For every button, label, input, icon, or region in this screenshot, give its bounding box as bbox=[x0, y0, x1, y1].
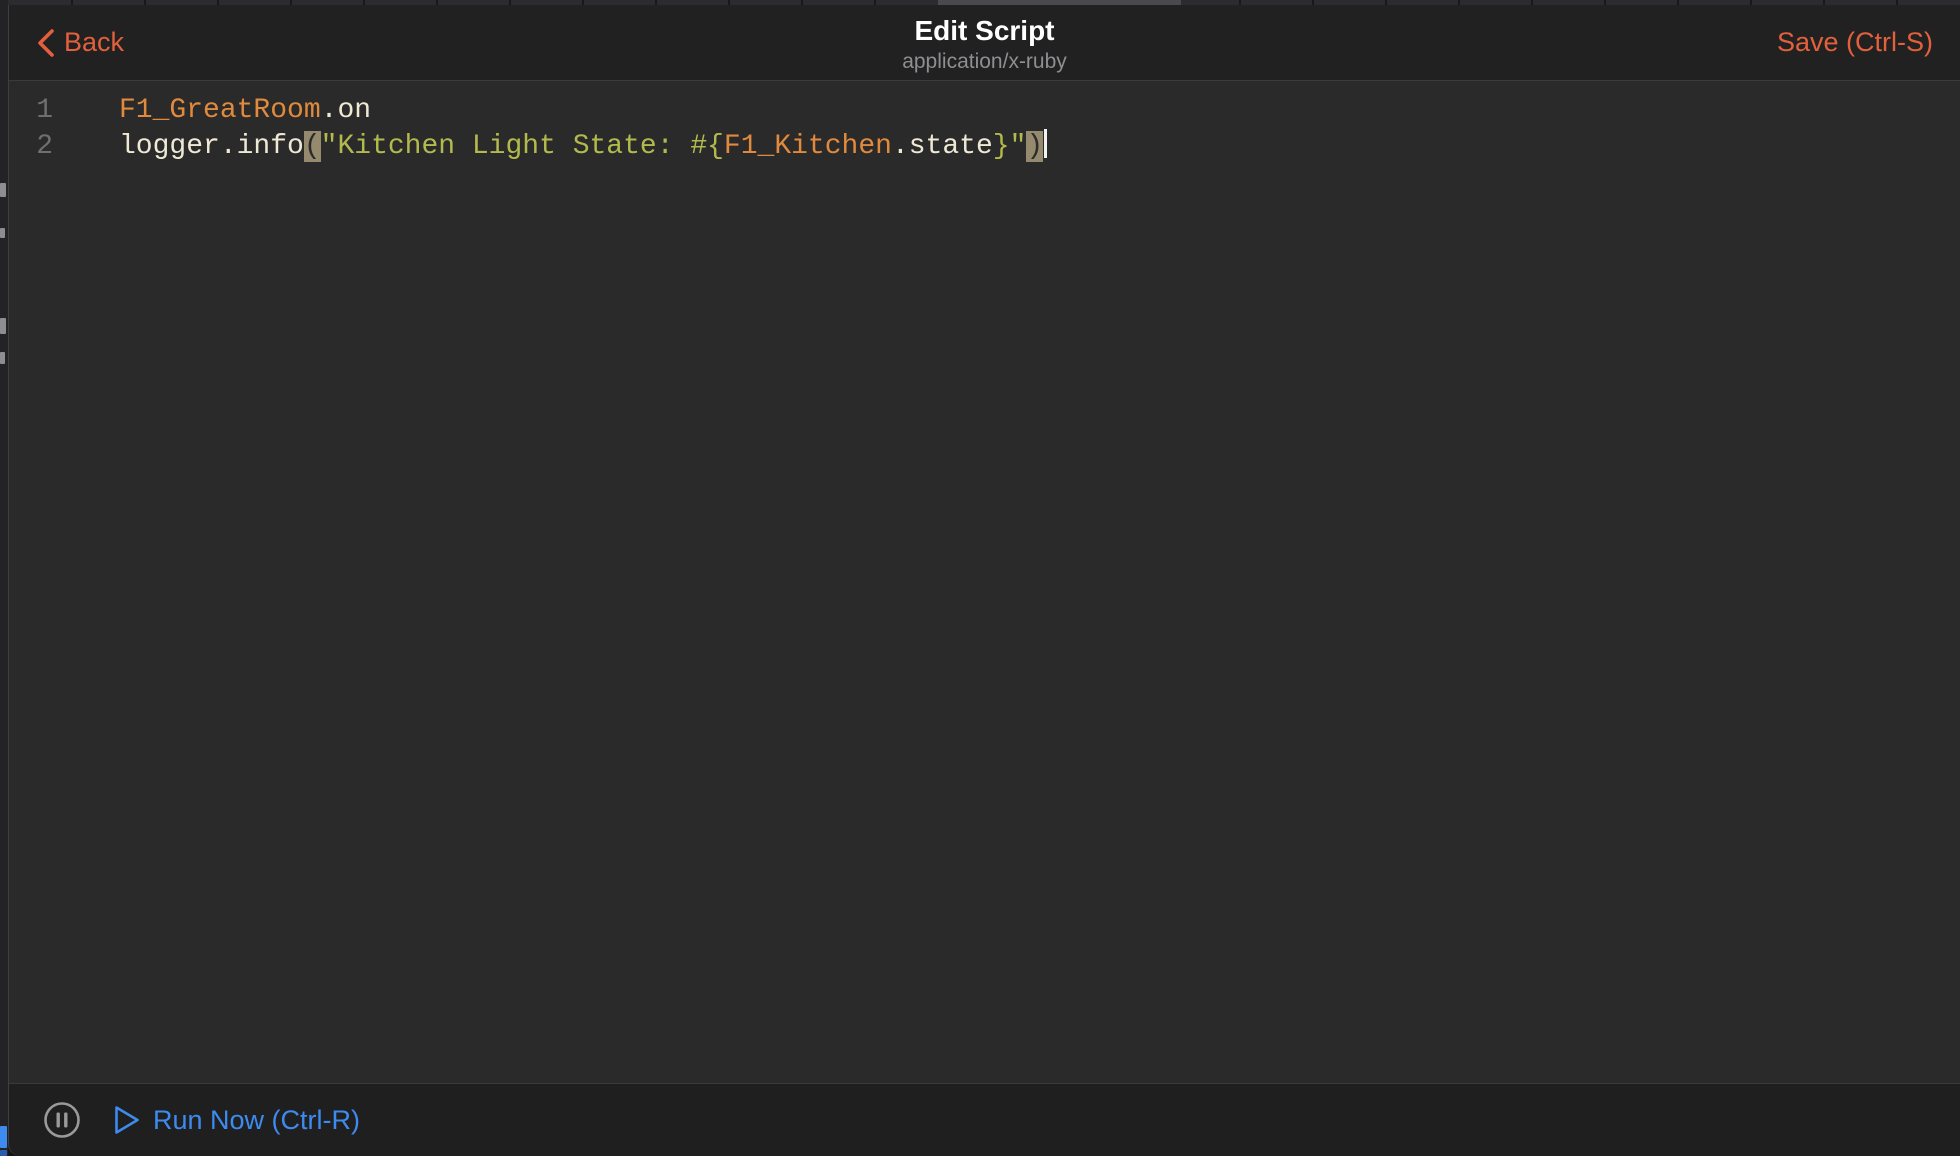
sheet-bottombar: Run Now (Ctrl-R) bbox=[9, 1083, 1960, 1156]
script-mime-type: application/x-ruby bbox=[902, 49, 1067, 74]
code-token-atom: F1_Kitchen bbox=[724, 131, 892, 162]
pause-circle-icon bbox=[43, 1126, 81, 1143]
sheet-title-area: Edit Script application/x-ruby bbox=[9, 5, 1960, 82]
underlying-text-fragment bbox=[0, 352, 5, 364]
line-content: F1_GreatRoom.on bbox=[53, 93, 371, 129]
underlying-text-fragment bbox=[0, 183, 6, 197]
underlying-link-fragment bbox=[0, 1126, 7, 1148]
line-number: 2 bbox=[9, 129, 53, 165]
run-now-button[interactable]: Run Now (Ctrl-R) bbox=[113, 1104, 360, 1136]
edit-script-sheet: Back Edit Script application/x-ruby Save… bbox=[8, 5, 1960, 1156]
save-button-label: Save (Ctrl-S) bbox=[1777, 27, 1933, 58]
line-number: 1 bbox=[9, 93, 53, 129]
back-button[interactable]: Back bbox=[35, 5, 124, 80]
code-token-bracket: ( bbox=[304, 131, 321, 162]
run-now-label: Run Now (Ctrl-R) bbox=[153, 1105, 360, 1136]
code-token-plain: .state bbox=[892, 131, 993, 162]
page-title: Edit Script bbox=[914, 15, 1054, 47]
pause-button[interactable] bbox=[43, 1101, 81, 1139]
code-editor[interactable]: 1F1_GreatRoom.on2logger.info("Kitchen Li… bbox=[9, 81, 1960, 1083]
underlying-text-fragment bbox=[0, 318, 6, 334]
code-token-plain: logger.info bbox=[119, 131, 304, 162]
underlying-link-fragment bbox=[0, 1150, 7, 1156]
code-token-plain: .on bbox=[321, 95, 371, 126]
code-line[interactable]: 2logger.info("Kitchen Light State: #{F1_… bbox=[9, 129, 1960, 165]
code-line[interactable]: 1F1_GreatRoom.on bbox=[9, 93, 1960, 129]
underlying-page-left-strip bbox=[0, 0, 8, 1156]
text-cursor bbox=[1044, 129, 1047, 158]
code-token-atom: F1_GreatRoom bbox=[119, 95, 321, 126]
back-button-label: Back bbox=[64, 27, 124, 58]
save-button[interactable]: Save (Ctrl-S) bbox=[1777, 5, 1933, 80]
line-content: logger.info("Kitchen Light State: #{F1_K… bbox=[53, 129, 1047, 165]
code-token-string: }" bbox=[993, 131, 1027, 162]
sheet-topbar: Back Edit Script application/x-ruby Save… bbox=[9, 5, 1960, 81]
underlying-text-fragment bbox=[0, 228, 5, 238]
chevron-left-icon bbox=[35, 27, 56, 59]
code-token-bracket: ) bbox=[1026, 131, 1043, 162]
code-token-string: "Kitchen Light State: #{ bbox=[321, 131, 724, 162]
code-lines: 1F1_GreatRoom.on2logger.info("Kitchen Li… bbox=[9, 93, 1960, 165]
play-outline-icon bbox=[113, 1104, 141, 1136]
